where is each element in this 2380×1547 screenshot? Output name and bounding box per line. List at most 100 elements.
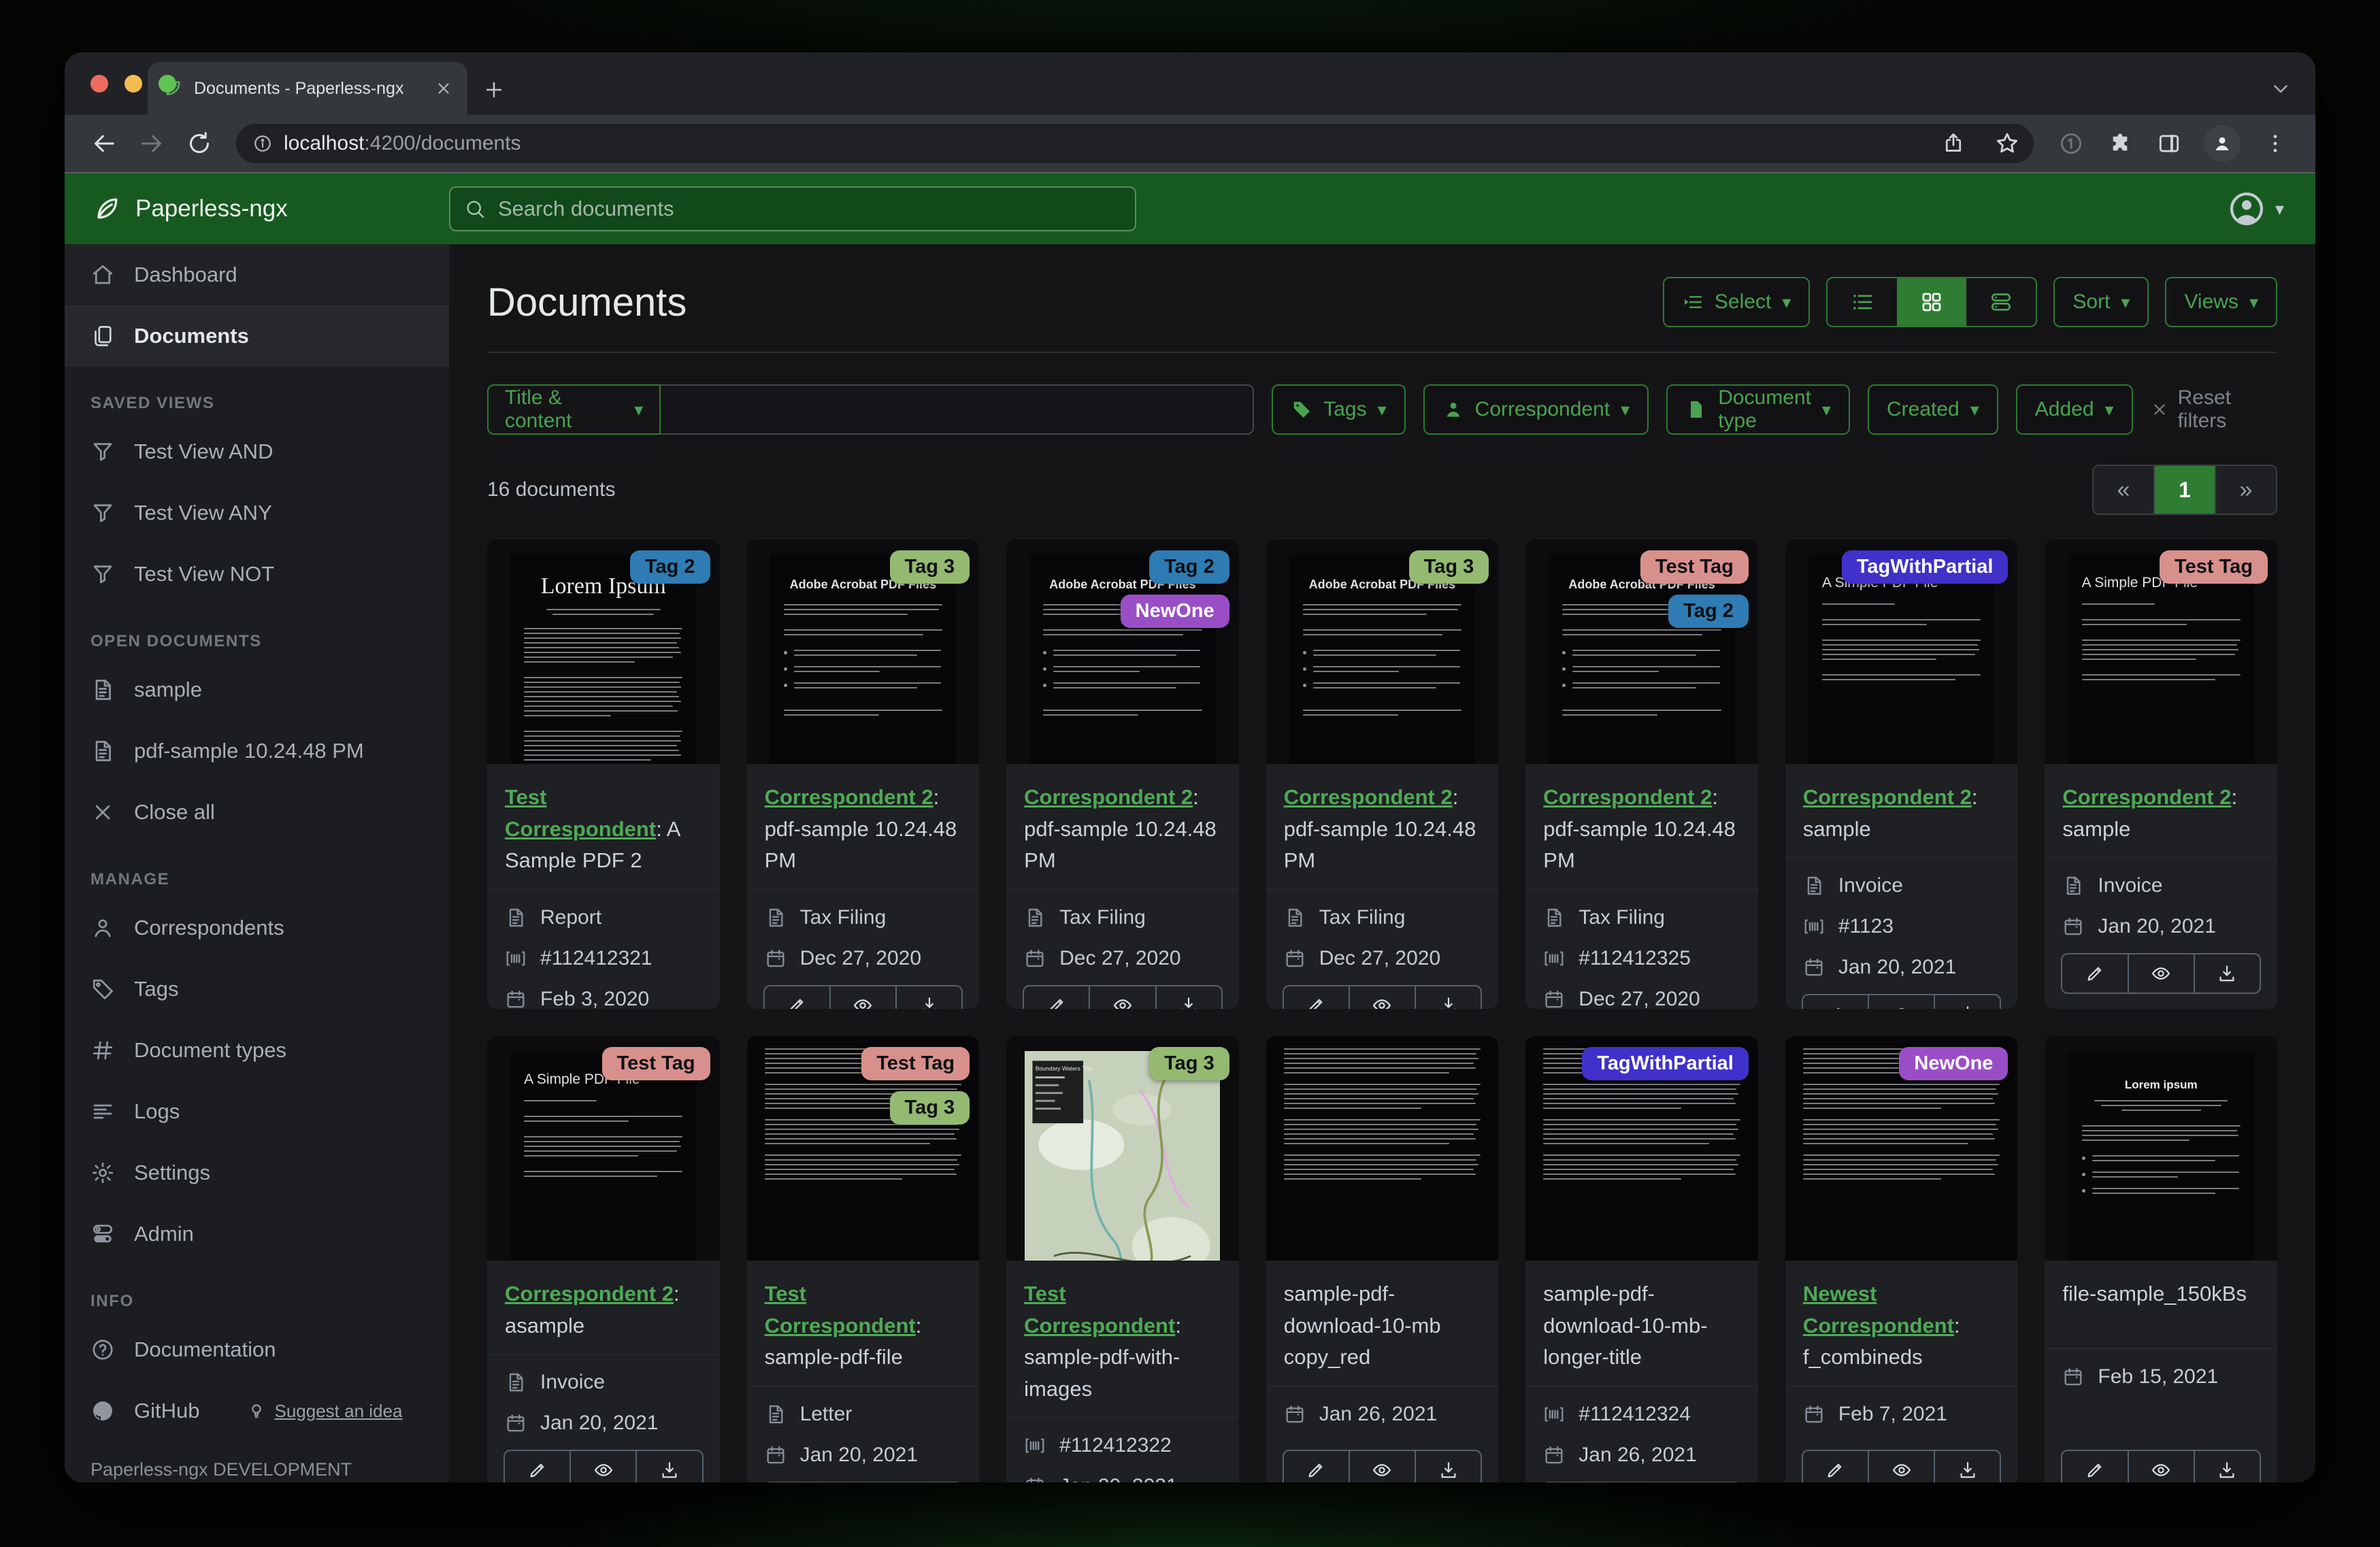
document-title[interactable]: Correspondent 2: pdf-sample 10.24.48 PM xyxy=(1525,764,1758,890)
grid-view-button[interactable] xyxy=(1897,278,1967,326)
correspondent-link[interactable]: Correspondent 2 xyxy=(505,1282,674,1305)
document-thumbnail[interactable]: Tag 3 Boundary Waters Trip xyxy=(1006,1036,1239,1261)
download-button[interactable] xyxy=(1155,986,1221,1009)
browser-profile-avatar[interactable] xyxy=(2204,125,2241,162)
sidebar-item-document-types[interactable]: Document types xyxy=(65,1020,449,1081)
tag-badge-tag-3[interactable]: Tag 3 xyxy=(889,1091,970,1125)
document-title[interactable]: Correspondent 2: pdf-sample 10.24.48 PM xyxy=(1266,764,1499,890)
document-type[interactable]: Invoice xyxy=(505,1371,702,1394)
filter-field-dropdown[interactable]: Title & content ▾ xyxy=(487,384,661,435)
document-title[interactable]: Newest Correspondent: f_combineds xyxy=(1785,1261,2018,1386)
back-button[interactable] xyxy=(90,130,118,157)
document-card-11[interactable]: sample-pdf-download-10-mb copy_red Jan 2… xyxy=(1266,1036,1499,1482)
download-button[interactable] xyxy=(2193,1451,2260,1482)
extensions-puzzle-icon[interactable] xyxy=(2107,131,2133,156)
created-date[interactable]: Feb 3, 2020 xyxy=(505,988,702,1009)
document-card-14[interactable]: Lorem ipsum file-sample_150kBs Feb 15, 2… xyxy=(2045,1036,2277,1482)
document-thumbnail[interactable]: TagWithPartial A Simple PDF File xyxy=(1785,539,2018,764)
page-info-icon[interactable] xyxy=(252,133,273,154)
document-card-9[interactable]: Test Tag Tag 3 Test Correspondent: sample… xyxy=(746,1036,980,1482)
sidebar-item-close-all[interactable]: Close all xyxy=(65,782,449,843)
sidebar-item-github[interactable]: GitHub Suggest an idea xyxy=(65,1380,449,1442)
download-button[interactable] xyxy=(1415,1451,1481,1482)
filter-created-button[interactable]: Created ▾ xyxy=(1867,384,1998,435)
tag-badge-tag-2[interactable]: Tag 2 xyxy=(1668,595,1749,628)
sidebar-item-correspondents[interactable]: Correspondents xyxy=(65,897,449,959)
document-thumbnail[interactable]: Lorem ipsum xyxy=(2045,1036,2277,1261)
new-tab-button[interactable] xyxy=(482,78,506,101)
created-date[interactable]: Feb 7, 2021 xyxy=(1803,1403,2000,1426)
document-card-6[interactable]: TagWithPartial A Simple PDF File Corresp… xyxy=(1785,539,2018,1009)
search-input[interactable] xyxy=(497,196,1121,222)
reload-button[interactable] xyxy=(186,130,213,157)
correspondent-link[interactable]: Correspondent 2 xyxy=(765,785,933,809)
tag-badge-tag-2[interactable]: Tag 2 xyxy=(629,550,710,584)
created-date[interactable]: Jan 26, 2021 xyxy=(1543,1444,1740,1467)
correspondent-link[interactable]: Correspondent 2 xyxy=(1543,785,1712,809)
correspondent-link[interactable]: Test Correspondent xyxy=(505,785,656,841)
filter-text-input[interactable] xyxy=(661,384,1255,435)
archive-serial-number[interactable]: #112412321 xyxy=(505,947,702,970)
created-date[interactable]: Dec 27, 2020 xyxy=(1284,947,1481,970)
preview-button[interactable] xyxy=(829,986,895,1009)
document-title[interactable]: Correspondent 2: pdf-sample 10.24.48 PM xyxy=(1006,764,1239,890)
sidebar-item-tags[interactable]: Tags xyxy=(65,959,449,1020)
pagination-last-button[interactable]: » xyxy=(2215,466,2276,514)
document-title[interactable]: file-sample_150kBs xyxy=(2045,1261,2277,1349)
document-card-13[interactable]: NewOne Newest Correspondent: f_combineds… xyxy=(1785,1036,2018,1482)
document-type[interactable]: Tax Filing xyxy=(1543,906,1740,929)
global-search[interactable] xyxy=(449,186,1136,231)
filter-added-button[interactable]: Added ▾ xyxy=(2015,384,2133,435)
sidebar-item-dashboard[interactable]: Dashboard xyxy=(65,244,449,305)
edit-button[interactable] xyxy=(1024,986,1089,1009)
document-thumbnail[interactable]: Tag 2 NewOne Adobe Acrobat PDF Files xyxy=(1006,539,1239,764)
document-thumbnail[interactable]: Tag 2 Lorem Ipsum xyxy=(487,539,720,764)
views-dropdown-button[interactable]: Views ▾ xyxy=(2165,277,2277,327)
reset-filters-button[interactable]: Reset filters xyxy=(2151,386,2277,433)
document-card-5[interactable]: Test Tag Tag 2 Adobe Acrobat PDF Files Co… xyxy=(1525,539,1758,1009)
list-view-button[interactable] xyxy=(1828,278,1897,326)
window-minimize-button[interactable] xyxy=(125,75,142,93)
tag-badge-tag-3[interactable]: Tag 3 xyxy=(889,550,970,584)
sidebar-item-documents[interactable]: Documents xyxy=(65,305,449,367)
download-button[interactable] xyxy=(635,1451,701,1482)
preview-button[interactable] xyxy=(1348,986,1415,1009)
tag-badge-tag-2[interactable]: Tag 2 xyxy=(1149,550,1229,584)
tag-badge-newone[interactable]: NewOne xyxy=(1120,595,1229,628)
user-menu[interactable]: ▾ xyxy=(2228,190,2315,228)
document-thumbnail[interactable]: Test Tag Tag 2 Adobe Acrobat PDF Files xyxy=(1525,539,1758,764)
document-card-4[interactable]: Tag 3 Adobe Acrobat PDF Files Correspond… xyxy=(1266,539,1499,1009)
created-date[interactable]: Dec 27, 2020 xyxy=(1543,988,1740,1009)
correspondent-link[interactable]: Test Correspondent xyxy=(1024,1282,1175,1337)
created-date[interactable]: Dec 27, 2020 xyxy=(765,947,962,970)
sidebar-item-admin[interactable]: Admin xyxy=(65,1203,449,1265)
download-button[interactable] xyxy=(1415,986,1481,1009)
document-card-3[interactable]: Tag 2 NewOne Adobe Acrobat PDF Files Corr… xyxy=(1006,539,1239,1009)
tag-badge-tagwithpartial[interactable]: TagWithPartial xyxy=(1841,550,2009,584)
correspondent-link[interactable]: Correspondent 2 xyxy=(1024,785,1193,809)
document-title[interactable]: sample-pdf-download-10-mb copy_red xyxy=(1266,1261,1499,1386)
document-type[interactable]: Invoice xyxy=(1803,874,2000,897)
created-date[interactable]: Jan 20, 2021 xyxy=(505,1412,702,1435)
document-thumbnail[interactable]: Test Tag A Simple PDF File xyxy=(2045,539,2277,764)
bookmark-star-icon[interactable] xyxy=(1994,131,2020,156)
browser-menu-icon[interactable] xyxy=(2262,131,2288,156)
sidebar-item-test-view-not[interactable]: Test View NOT xyxy=(65,544,449,605)
document-title[interactable]: Test Correspondent: A Sample PDF 2 xyxy=(487,764,720,890)
sidebar-item-test-view-any[interactable]: Test View ANY xyxy=(65,482,449,544)
edit-button[interactable] xyxy=(765,986,829,1009)
document-card-7[interactable]: Test Tag A Simple PDF File Correspondent… xyxy=(2045,539,2277,1009)
archive-serial-number[interactable]: #1123 xyxy=(1803,915,2000,938)
pagination-page-1-button[interactable]: 1 xyxy=(2153,466,2215,514)
document-card-10[interactable]: Tag 3 Boundary Waters Trip Test Correspo… xyxy=(1006,1036,1239,1482)
preview-button[interactable] xyxy=(1868,1451,1934,1482)
download-button[interactable] xyxy=(895,986,961,1009)
document-thumbnail[interactable]: Test Tag Tag 3 xyxy=(746,1036,980,1261)
sidebar-item-logs[interactable]: Logs xyxy=(65,1081,449,1142)
created-date[interactable]: Jan 20, 2021 xyxy=(1024,1475,1221,1482)
window-close-button[interactable] xyxy=(90,75,108,93)
document-title[interactable]: Correspondent 2: sample xyxy=(1785,764,2018,858)
tag-badge-tag-3[interactable]: Tag 3 xyxy=(1149,1047,1229,1080)
forward-button[interactable] xyxy=(138,130,165,157)
sidebar-item-sample[interactable]: sample xyxy=(65,659,449,720)
